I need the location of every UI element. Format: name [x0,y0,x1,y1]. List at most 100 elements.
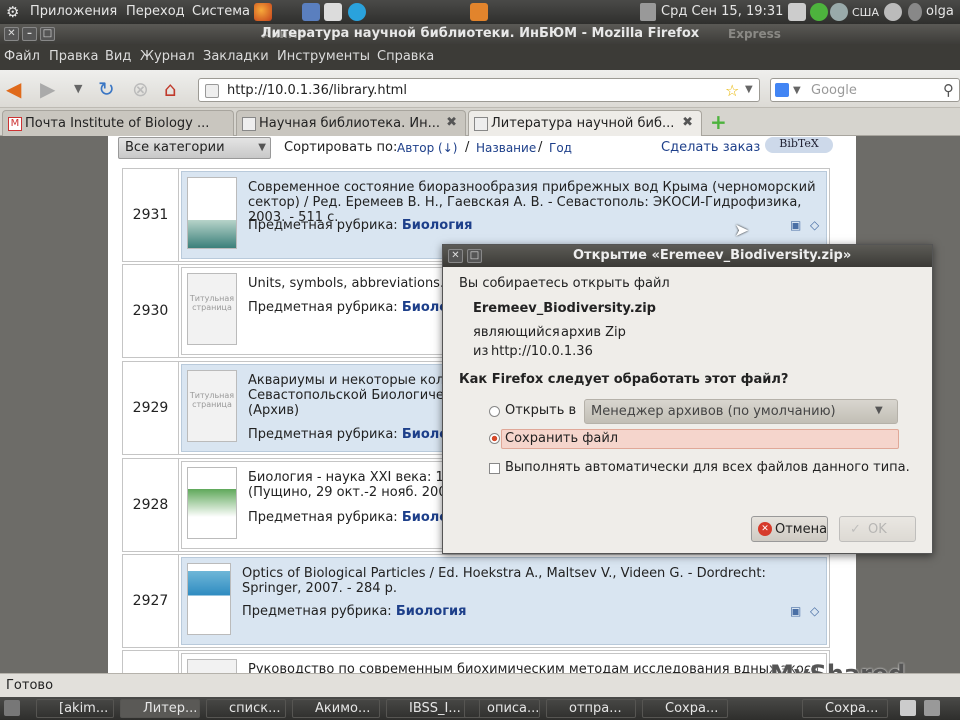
open-with-radio[interactable] [489,406,500,417]
sort-year-link[interactable]: Год [549,141,572,155]
show-desktop-icon[interactable] [4,700,20,716]
table-row[interactable]: 2927 Optics of Biological Particles / Ed… [122,554,830,648]
maximize-dialog-icon[interactable]: □ [467,249,482,263]
home-icon[interactable]: ⌂ [164,79,177,99]
clock[interactable]: Срд Сен 15, 19:31 [661,4,783,19]
close-dialog-icon[interactable]: ✕ [448,249,463,263]
text-editor-icon[interactable] [324,3,342,21]
back-icon[interactable]: ◀ [6,79,21,99]
gmail-icon: M [8,117,22,131]
menu-system[interactable]: Система [192,4,250,19]
page-icon [474,117,488,131]
search-input[interactable]: Google [811,83,857,98]
close-tab-icon[interactable]: ✖ [446,115,457,130]
new-tab-icon[interactable]: + [710,110,727,134]
save-file-label[interactable]: Сохранить файл [505,431,618,446]
workspace-icon[interactable] [900,700,916,716]
reload-icon[interactable]: ↻ [98,79,115,99]
close-tab-icon[interactable]: ✖ [682,115,693,130]
google-icon[interactable] [775,83,789,97]
search-engine-dropdown-icon[interactable]: ▼ [793,85,801,96]
dialog-titlebar[interactable]: ✕ □ Открытие «Eremeev_Biodiversity.zip» [443,245,932,267]
record-body: Титульная страница Руководство по соврем… [181,653,827,673]
category-select[interactable]: Все категории ▼ [118,137,271,159]
book-cover-image[interactable] [187,467,237,539]
url-bar[interactable]: http://10.0.1.36/library.html ☆ ▼ [198,78,760,102]
taskbar-item[interactable]: [akim... [36,699,114,718]
user-name[interactable]: olga [926,4,954,19]
menu-file[interactable]: Файл [4,49,40,64]
taskbar-item[interactable]: Сохра... [642,699,728,718]
menu-tools[interactable]: Инструменты [277,49,370,64]
url-dropdown-icon[interactable]: ▼ [745,84,753,95]
user-icon [908,3,922,21]
sort-bar: Все категории ▼ Сортировать по: Автор (↓… [108,136,856,162]
firefox-launcher-icon[interactable] [254,3,272,21]
virtualbox-icon[interactable] [302,3,320,21]
bookmark-star-icon[interactable]: ☆ [725,81,739,100]
tab-library-literature[interactable]: Литература научной биб... ✖ [468,110,702,137]
open-with-app-select[interactable]: Менеджер архивов (по умолчанию) ▼ [584,399,898,424]
bibtex-badge[interactable]: BibTeX [765,137,833,153]
status-text: Готово [6,678,54,693]
taskbar-item[interactable]: Акимо... [292,699,380,718]
rubric-value[interactable]: Биология [402,218,473,233]
menu-places[interactable]: Переход [126,4,185,19]
auto-action-label[interactable]: Выполнять автоматически для всех файлов … [505,460,910,475]
save-file-radio[interactable] [489,433,500,444]
forward-icon[interactable]: ▶ [40,79,55,99]
update-icon[interactable] [810,3,828,21]
taskbar-item[interactable]: Сохра... [802,699,888,718]
checkmark-icon: ✓ [850,522,861,537]
save-disk-icon[interactable]: ▣ [790,218,801,232]
skype-icon[interactable] [348,3,366,21]
menu-help[interactable]: Справка [377,49,434,64]
taskbar-item[interactable]: отпра... [546,699,636,718]
title-page-placeholder: Титульная страница [187,370,237,442]
order-link[interactable]: Сделать заказ [661,140,760,155]
printer-icon[interactable] [788,3,806,21]
open-with-label[interactable]: Открыть в [505,403,576,418]
sort-author-link[interactable]: Автор (↓) [397,141,457,155]
menu-view[interactable]: Вид [105,49,131,64]
comment-icon[interactable]: ◇ [810,218,819,232]
keyboard-layout[interactable]: США [852,6,879,19]
save-disk-icon[interactable]: ▣ [790,604,801,618]
search-icon[interactable]: ⚲ [943,81,954,99]
ok-button[interactable]: ✓ OK [839,516,916,542]
record-rubric: Предметная рубрика: Биология [248,218,818,233]
folder-icon[interactable] [470,3,488,21]
comment-icon[interactable]: ◇ [810,604,819,618]
trash-icon[interactable] [924,700,940,716]
tab-gmail[interactable]: M Почта Institute of Biology ... [2,110,234,136]
history-dropdown-icon[interactable]: ▼ [74,79,82,99]
sort-title-link[interactable]: Название [476,141,536,155]
record-title[interactable]: Optics of Biological Particles / Ed. Hoe… [242,566,818,596]
record-number: 2928 [123,459,179,551]
rubric-label: Предметная рубрика: [248,300,398,315]
volume-icon[interactable] [884,3,902,21]
url-text[interactable]: http://10.0.1.36/library.html [227,83,407,98]
chevron-down-icon: ▼ [875,405,883,416]
book-cover-image[interactable] [187,177,237,249]
menu-bookmarks[interactable]: Закладки [203,49,269,64]
table-row[interactable]: Титульная страница Руководство по соврем… [122,650,830,673]
taskbar-item[interactable]: Литер... [120,699,200,718]
menu-history[interactable]: Журнал [140,49,195,64]
book-cover-image[interactable] [187,563,231,635]
network-icon[interactable] [830,3,848,21]
menu-edit[interactable]: Правка [49,49,98,64]
cancel-button[interactable]: ✕ Отмена [751,516,828,542]
record-title[interactable]: Руководство по современным биохимическим… [248,662,818,673]
taskbar-item[interactable]: списк... [206,699,286,718]
stop-icon[interactable]: ⊗ [132,79,149,99]
window-titlebar[interactable]: ✕ – □ Акимо Express Литература научной б… [0,24,960,44]
menu-applications[interactable]: Приложения [30,4,117,19]
site-identity-icon[interactable] [205,84,219,98]
ubuntu-logo-icon[interactable]: ⚙ [6,3,19,21]
tab-library-main[interactable]: Научная библиотека. Ин... ✖ [236,110,466,136]
search-bar[interactable]: ▼ Google ⚲ [770,78,960,102]
auto-action-checkbox[interactable] [489,463,500,474]
rubric-value[interactable]: Биология [396,604,467,619]
taskbar-item[interactable]: описа... [464,699,540,718]
